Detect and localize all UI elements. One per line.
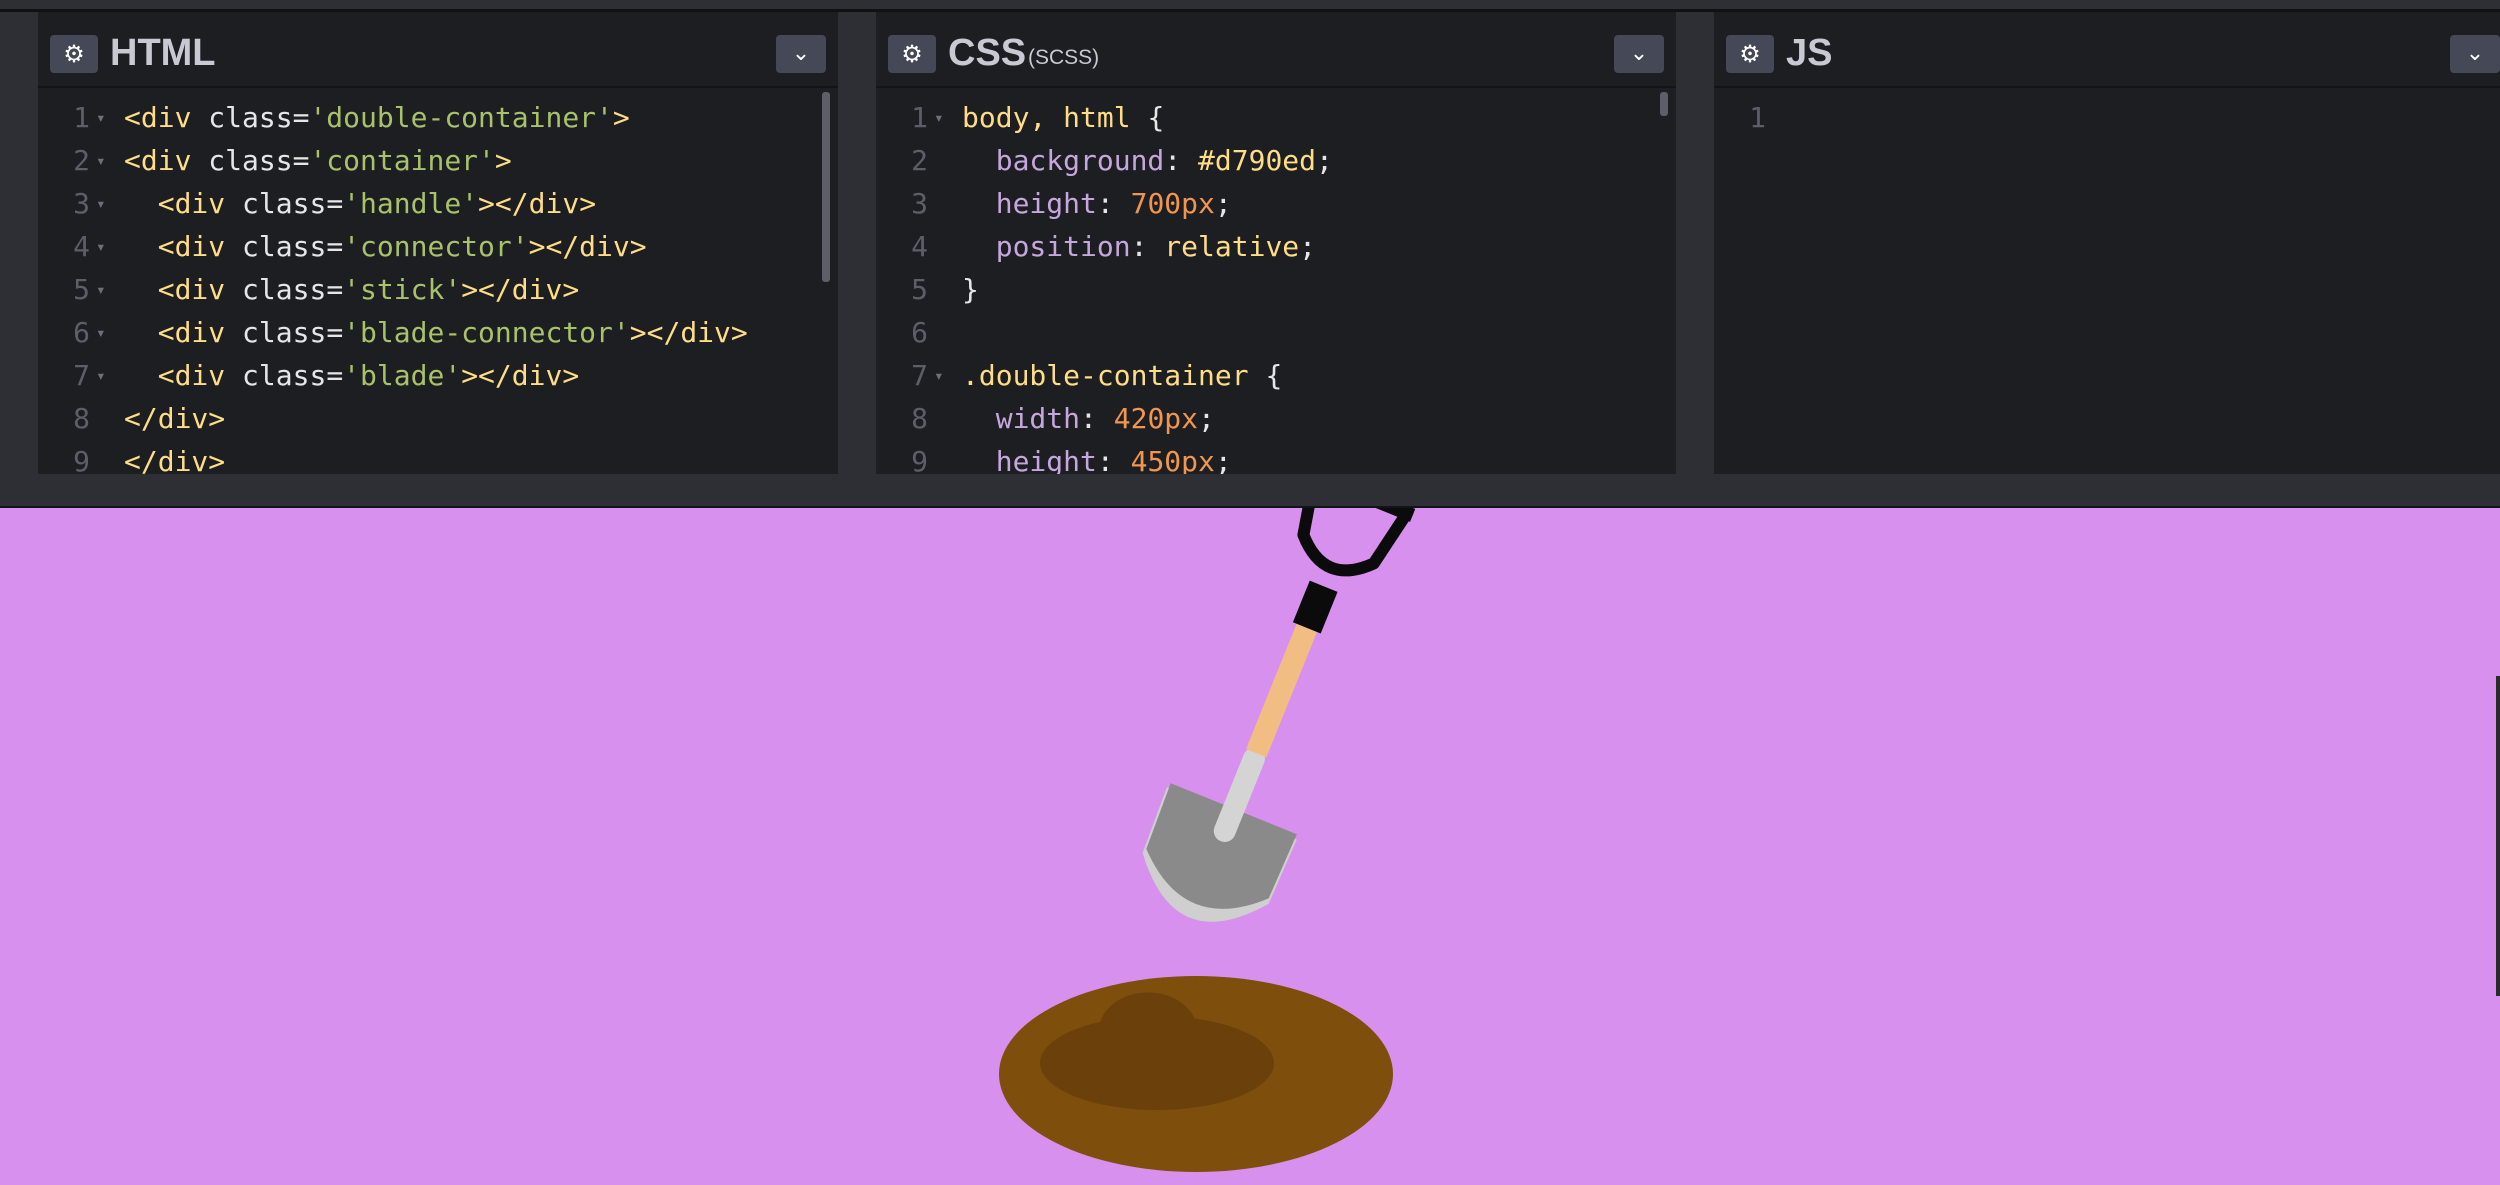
- html-panel-header: ⚙ HTML ⌄: [38, 12, 838, 88]
- html-panel: ⚙ HTML ⌄ 1 ▾ <div class='double-container'…: [38, 12, 838, 474]
- js-panel: ⚙ JS ⌄ 1: [1714, 12, 2500, 474]
- fold-arrow-icon[interactable]: ▾: [934, 96, 954, 139]
- code-text: <div class='container'>: [124, 144, 512, 177]
- line-number: 4: [911, 230, 928, 263]
- stick: [1246, 619, 1319, 758]
- shovel: [1142, 508, 1416, 922]
- blade: [1146, 783, 1297, 909]
- code-text: <div class='handle'></div>: [157, 187, 597, 220]
- codepen-editor: ⚙ HTML ⌄ 1 ▾ <div class='double-container'…: [0, 0, 2500, 1185]
- js-settings-button[interactable]: ⚙: [1726, 35, 1774, 73]
- code-text: background: #d790ed;: [995, 144, 1333, 177]
- line-number: 7: [911, 359, 928, 392]
- html-scrollbar[interactable]: [822, 92, 830, 282]
- gear-icon: ⚙: [1739, 40, 1761, 68]
- chevron-down-icon: ⌄: [1629, 41, 1649, 66]
- code-text: }: [962, 273, 979, 306]
- line-number: 2: [911, 144, 928, 177]
- gear-icon: ⚙: [901, 40, 923, 68]
- css-scrollbar[interactable]: [1660, 92, 1668, 116]
- handle: [1297, 508, 1414, 577]
- code-text: <div class='connector'></div>: [157, 230, 647, 263]
- css-panel-title: CSS: [948, 32, 1027, 74]
- preview-pane: [0, 508, 2500, 1185]
- line-number: 1: [73, 101, 90, 134]
- divider-css-js[interactable]: [1676, 12, 1714, 474]
- line-number: 7: [73, 359, 90, 392]
- css-preprocessor-label: (SCSS): [1028, 46, 1100, 69]
- code-text: </div>: [124, 445, 226, 474]
- code-text: <div class='double-container'>: [124, 101, 630, 134]
- line-number: 6: [73, 316, 90, 349]
- code-text: <div class='blade'></div>: [157, 359, 580, 392]
- code-text: height: 450px;: [995, 445, 1232, 474]
- line-number: 2: [73, 144, 90, 177]
- css-collapse-button[interactable]: ⌄: [1614, 35, 1664, 73]
- line-number: 4: [73, 230, 90, 263]
- code-text: <div class='stick'></div>: [157, 273, 580, 306]
- line-number: 9: [73, 445, 90, 474]
- css-panel: ⚙ CSS (SCSS) ⌄ 1 ▾ body, html {2 backgroun…: [876, 12, 1676, 474]
- fold-arrow-icon[interactable]: ▾: [96, 311, 116, 354]
- html-collapse-button[interactable]: ⌄: [776, 35, 826, 73]
- code-text: body, html {: [962, 101, 1165, 134]
- code-text: .double-container {: [962, 359, 1283, 392]
- chevron-down-icon: ⌄: [2465, 41, 2485, 66]
- js-panel-header: ⚙ JS ⌄: [1714, 12, 2500, 88]
- css-panel-header: ⚙ CSS (SCSS) ⌄: [876, 12, 1676, 88]
- fold-arrow-icon[interactable]: ▾: [96, 182, 116, 225]
- line-number: 1: [911, 101, 928, 134]
- css-settings-button[interactable]: ⚙: [888, 35, 936, 73]
- html-panel-title: HTML: [110, 32, 216, 74]
- code-text: height: 700px;: [995, 187, 1232, 220]
- line-number: 3: [911, 187, 928, 220]
- code-text: width: 420px;: [995, 402, 1215, 435]
- fold-arrow-icon[interactable]: ▾: [934, 354, 954, 397]
- line-number: 5: [911, 273, 928, 306]
- preview-scroll-edge: [2496, 676, 2500, 996]
- code-text: position: relative;: [995, 230, 1317, 263]
- code-text: </div>: [124, 402, 226, 435]
- line-number: 8: [911, 402, 928, 435]
- js-panel-title: JS: [1786, 32, 1833, 74]
- fold-arrow-icon[interactable]: ▾: [96, 139, 116, 182]
- left-resize-handle[interactable]: [0, 12, 38, 474]
- preview-resize-bar[interactable]: [0, 474, 2500, 508]
- line-number: 3: [73, 187, 90, 220]
- editor-panels: ⚙ HTML ⌄ 1 ▾ <div class='double-container'…: [0, 12, 2500, 474]
- html-settings-button[interactable]: ⚙: [50, 35, 98, 73]
- line-number: 9: [911, 445, 928, 474]
- js-collapse-button[interactable]: ⌄: [2450, 35, 2500, 73]
- line-number: 8: [73, 402, 90, 435]
- line-number: 5: [73, 273, 90, 306]
- divider-html-css[interactable]: [838, 12, 876, 474]
- shovel-illustration: [999, 508, 1416, 1172]
- fold-arrow-icon[interactable]: ▾: [96, 354, 116, 397]
- fold-arrow-icon[interactable]: ▾: [96, 225, 116, 268]
- top-bar: [0, 0, 2500, 12]
- line-number: 1: [1749, 101, 1766, 134]
- chevron-down-icon: ⌄: [791, 41, 811, 66]
- fold-arrow-icon[interactable]: ▾: [96, 268, 116, 311]
- fold-arrow-icon[interactable]: ▾: [96, 96, 116, 139]
- gear-icon: ⚙: [63, 40, 85, 68]
- line-number: 6: [911, 316, 928, 349]
- code-text: <div class='blade-connector'></div>: [157, 316, 748, 349]
